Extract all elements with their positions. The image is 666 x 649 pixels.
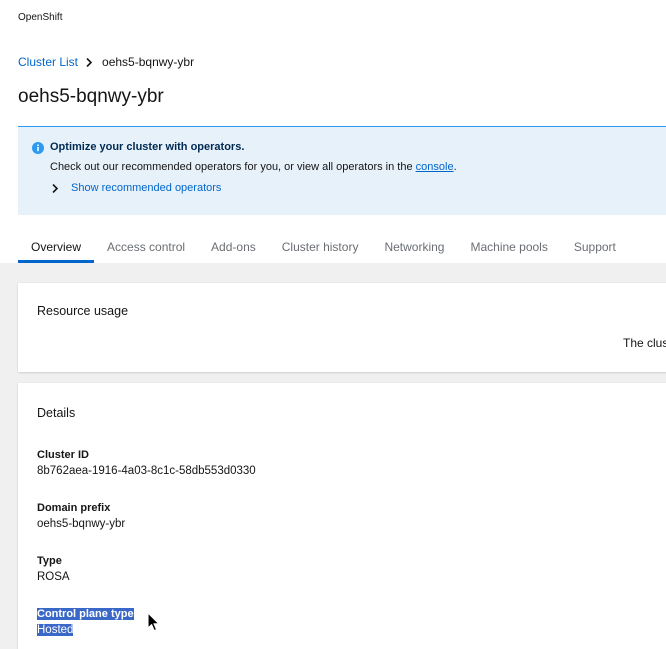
app-brand: OpenShift <box>18 12 63 23</box>
tab-add-ons[interactable]: Add-ons <box>198 237 269 263</box>
alert-body-suffix: . <box>453 161 457 173</box>
console-link[interactable]: console <box>416 161 454 173</box>
operators-alert: Optimize your cluster with operators. Ch… <box>18 126 666 215</box>
show-recommended-operators-toggle[interactable]: Show recommended operators <box>50 182 221 194</box>
details-card: Details Cluster ID 8b762aea-1916-4a03-8c… <box>18 383 666 649</box>
chevron-right-icon <box>78 56 102 68</box>
tab-support[interactable]: Support <box>561 237 629 263</box>
control-plane-type-value: Hosted <box>37 624 74 636</box>
chevron-right-icon <box>50 182 71 194</box>
domain-prefix-term: Domain prefix <box>37 502 111 514</box>
breadcrumb-current: oehs5-bqnwy-ybr <box>102 55 195 69</box>
info-circle-icon <box>32 141 44 159</box>
breadcrumb-cluster-list-link[interactable]: Cluster List <box>18 55 78 69</box>
type-value: ROSA <box>37 571 70 583</box>
page-title: oehs5-bqnwy-ybr <box>18 86 164 107</box>
show-recommended-operators-label: Show recommended operators <box>71 182 222 194</box>
cluster-details-page: OpenShift Cluster List oehs5-bqnwy-ybr o… <box>0 0 666 649</box>
control-plane-type-term-text: Control plane type <box>37 608 134 620</box>
tab-overview[interactable]: Overview <box>18 237 95 263</box>
breadcrumb: Cluster List oehs5-bqnwy-ybr <box>18 55 194 69</box>
mouse-pointer-icon <box>147 612 160 637</box>
resource-usage-title: Resource usage <box>37 304 129 318</box>
alert-body-text: Check out our recommended operators for … <box>50 161 413 173</box>
control-plane-type-term: Control plane type <box>37 608 134 620</box>
resource-usage-card: Resource usage The clus <box>18 283 666 372</box>
tab-machine-pools[interactable]: Machine pools <box>457 237 560 263</box>
tab-access-control[interactable]: Access control <box>94 237 198 263</box>
cluster-id-term: Cluster ID <box>37 449 89 461</box>
alert-title: Optimize your cluster with operators. <box>50 141 245 153</box>
type-term: Type <box>37 555 62 567</box>
resource-usage-note: The clus <box>623 336 666 350</box>
details-title: Details <box>37 406 76 420</box>
tab-networking[interactable]: Networking <box>371 237 457 263</box>
control-plane-type-value-text: Hosted <box>37 624 74 636</box>
domain-prefix-value: oehs5-bqnwy-ybr <box>37 518 126 530</box>
tab-cluster-history[interactable]: Cluster history <box>269 237 372 263</box>
alert-body: Check out our recommended operators for … <box>50 161 457 173</box>
cluster-tabs: Overview Access control Add-ons Cluster … <box>18 237 666 263</box>
cluster-id-value: 8b762aea-1916-4a03-8c1c-58db553d0330 <box>37 465 256 477</box>
